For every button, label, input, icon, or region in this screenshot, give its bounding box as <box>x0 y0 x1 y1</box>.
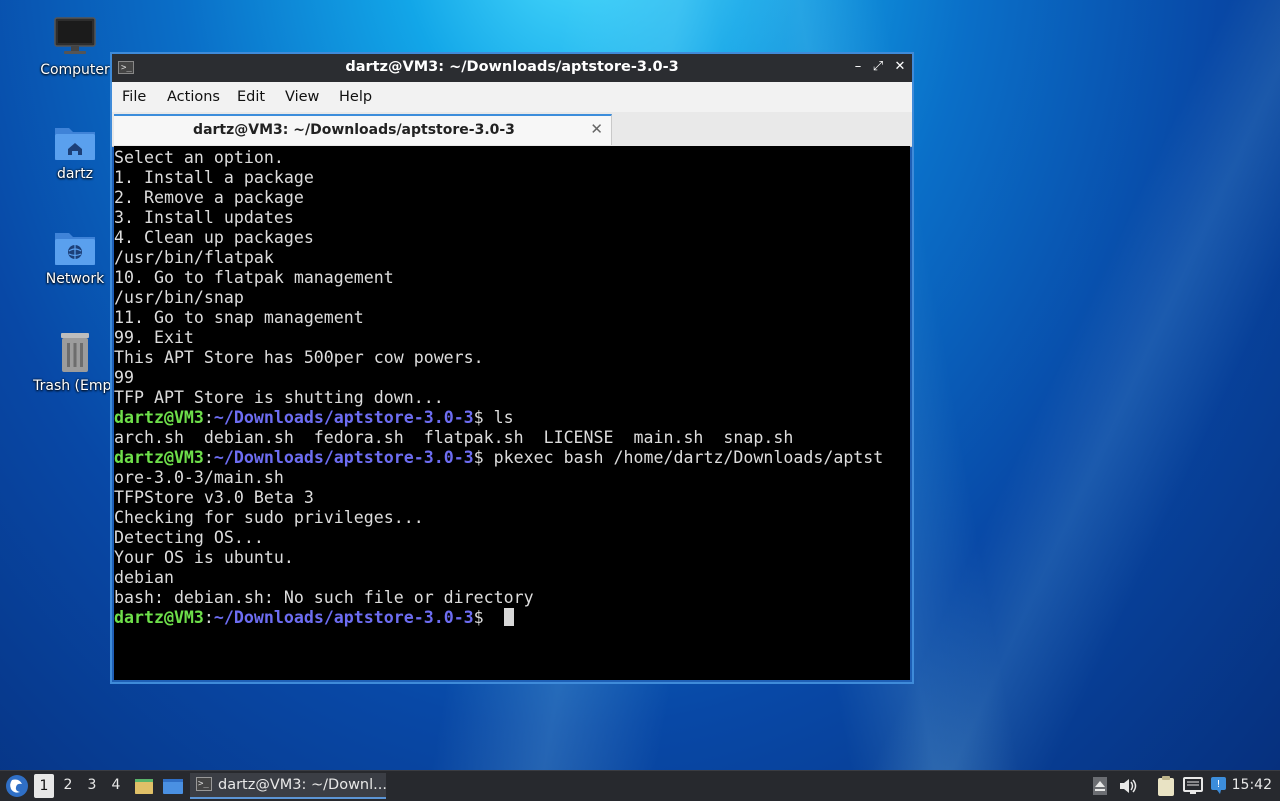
text-cursor <box>503 608 514 626</box>
network-status-icon[interactable] <box>1182 776 1204 796</box>
command-text: pkexec bash /home/dartz/Downloads/aptst <box>493 448 884 467</box>
terminal-line: 10. Go to flatpak management <box>114 268 394 287</box>
workspace-1[interactable]: 1 <box>34 774 54 798</box>
workspace-2[interactable]: 2 <box>58 777 78 793</box>
menu-bar: File Actions Edit View Help <box>112 82 912 112</box>
terminal-line: 2. Remove a package <box>114 188 304 207</box>
clock[interactable]: 15:42 <box>1232 777 1272 793</box>
tab-close-icon[interactable]: ✕ <box>590 120 603 138</box>
menu-view[interactable]: View <box>285 89 319 105</box>
prompt-path: ~/Downloads/aptstore-3.0-3 <box>213 448 474 467</box>
window-title: dartz@VM3: ~/Downloads/aptstore-3.0-3 <box>345 59 679 75</box>
prompt-separator: : <box>203 408 214 427</box>
svg-text:!: ! <box>1216 779 1220 790</box>
terminal-line: /usr/bin/snap <box>114 288 244 307</box>
menu-edit[interactable]: Edit <box>237 89 265 105</box>
trash-icon <box>61 333 89 372</box>
volume-icon[interactable] <box>1118 777 1138 795</box>
tab-title: dartz@VM3: ~/Downloads/aptstore-3.0-3 <box>193 122 515 138</box>
minimize-button[interactable]: – <box>850 59 866 74</box>
prompt-separator: : <box>203 608 214 627</box>
command-text: ls <box>493 408 514 427</box>
prompt-separator: : <box>203 448 214 467</box>
terminal-line: Checking for sudo privileges... <box>114 508 424 527</box>
terminal-output[interactable]: Select an option. 1. Install a package 2… <box>114 146 910 680</box>
prompt-end: $ <box>473 408 494 427</box>
terminal-line: arch.sh debian.sh fedora.sh flatpak.sh L… <box>114 428 794 447</box>
network-folder-icon <box>55 233 95 265</box>
maximize-button[interactable]: ⤢ <box>870 59 886 74</box>
update-notifier-icon[interactable]: ! <box>1209 775 1229 795</box>
terminal-line: 3. Install updates <box>114 208 294 227</box>
terminal-line: TFPStore v3.0 Beta 3 <box>114 488 314 507</box>
computer-icon <box>54 17 96 54</box>
clipboard-icon[interactable] <box>1156 775 1176 797</box>
prompt-user: dartz@VM3 <box>114 448 204 467</box>
terminal-line: Your OS is ubuntu. <box>114 548 294 567</box>
menu-file[interactable]: File <box>122 89 146 105</box>
terminal-line: 1. Install a package <box>114 168 314 187</box>
terminal-line: TFP APT Store is shutting down... <box>114 388 444 407</box>
workspace-4[interactable]: 4 <box>106 777 126 793</box>
close-button[interactable]: ✕ <box>892 59 908 74</box>
workspace-3[interactable]: 3 <box>82 777 102 793</box>
taskbar-window-terminal[interactable]: >_ dartz@VM3: ~/Downl... <box>190 773 387 799</box>
menu-help[interactable]: Help <box>339 89 372 105</box>
prompt-user: dartz@VM3 <box>114 408 204 427</box>
tray-eject-icon[interactable] <box>1092 776 1108 796</box>
terminal-line: This APT Store has 500per cow powers. <box>114 348 484 367</box>
prompt-line: dartz@VM3:~/Downloads/aptstore-3.0-3$ ls <box>114 408 910 428</box>
taskbar-window-label: dartz@VM3: ~/Downl... <box>218 777 387 793</box>
terminal-line: Select an option. <box>114 148 284 167</box>
terminal-line: 11. Go to snap management <box>114 308 364 327</box>
tab-strip: dartz@VM3: ~/Downloads/aptstore-3.0-3 ✕ <box>112 112 912 147</box>
prompt-end: $ <box>473 608 494 627</box>
start-menu-icon[interactable] <box>5 774 29 798</box>
prompt-end: $ <box>473 448 494 467</box>
terminal-line: debian <box>114 568 174 587</box>
terminal-line: Detecting OS... <box>114 528 264 547</box>
terminal-line: 99 <box>114 368 134 387</box>
prompt-line: dartz@VM3:~/Downloads/aptstore-3.0-3$ pk… <box>114 448 910 468</box>
terminal-line: ore-3.0-3/main.sh <box>114 468 284 487</box>
tab-terminal[interactable]: dartz@VM3: ~/Downloads/aptstore-3.0-3 ✕ <box>114 114 612 145</box>
prompt-line: dartz@VM3:~/Downloads/aptstore-3.0-3$ <box>114 608 910 628</box>
menu-actions[interactable]: Actions <box>167 89 220 105</box>
prompt-path: ~/Downloads/aptstore-3.0-3 <box>213 408 474 427</box>
home-folder-icon <box>55 128 95 160</box>
prompt-user: dartz@VM3 <box>114 608 204 627</box>
file-manager-icon[interactable] <box>134 776 154 796</box>
terminal-line: bash: debian.sh: No such file or directo… <box>114 588 534 607</box>
prompt-path: ~/Downloads/aptstore-3.0-3 <box>213 608 474 627</box>
terminal-line: 4. Clean up packages <box>114 228 314 247</box>
terminal-line: 99. Exit <box>114 328 194 347</box>
terminal-app-icon: >_ <box>196 777 212 791</box>
taskbar: 1 2 3 4 >_ dartz@VM3: ~/Downl... ! 15:42 <box>0 770 1280 801</box>
terminal-line: /usr/bin/flatpak <box>114 248 274 267</box>
show-desktop-icon[interactable] <box>162 776 184 796</box>
window-titlebar[interactable]: >_ dartz@VM3: ~/Downloads/aptstore-3.0-3… <box>112 54 912 82</box>
terminal-window: >_ dartz@VM3: ~/Downloads/aptstore-3.0-3… <box>110 52 914 684</box>
